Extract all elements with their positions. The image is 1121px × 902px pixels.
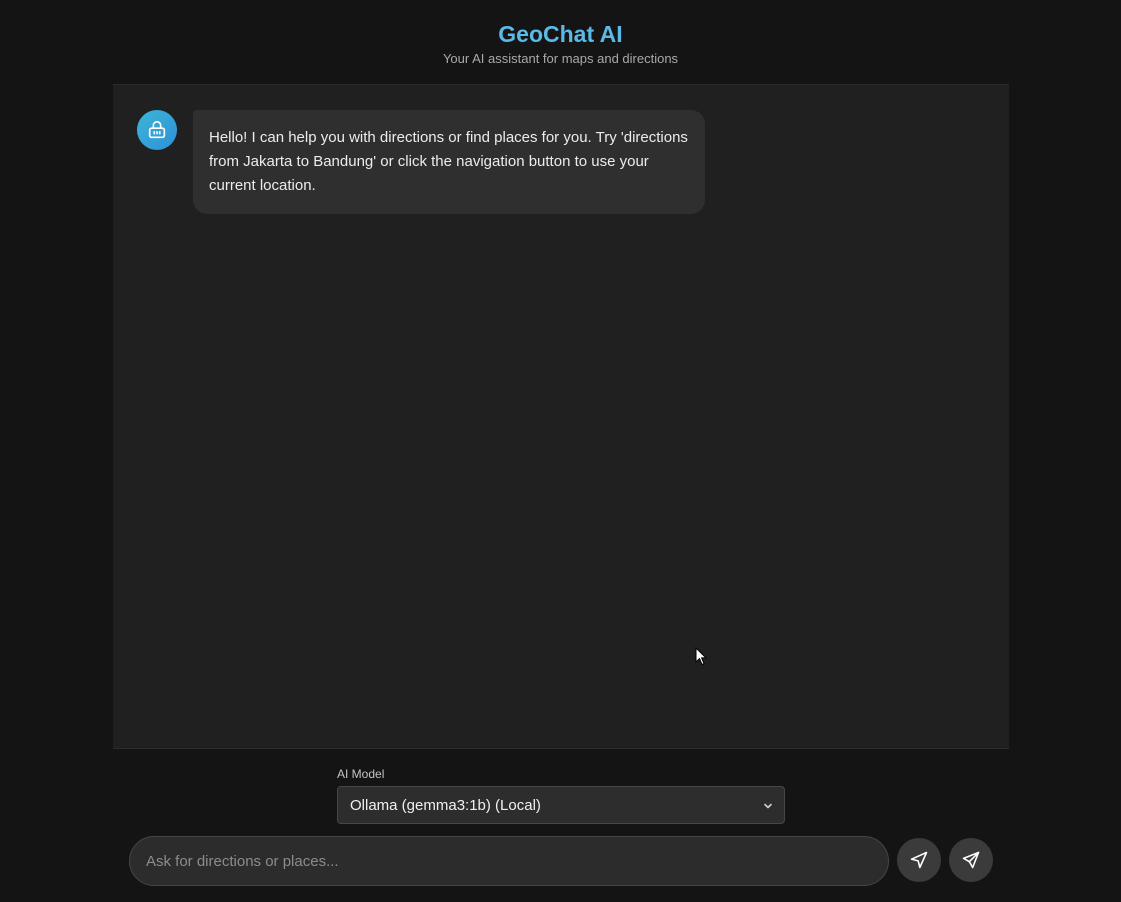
send-button[interactable] [949, 838, 993, 882]
mouse-cursor-icon [695, 647, 707, 666]
model-select[interactable]: Ollama (gemma3:1b) (Local) [337, 786, 785, 824]
chat-messages-panel[interactable]: Hello! I can help you with directions or… [113, 84, 1009, 749]
send-icon [962, 851, 980, 869]
chevron-down-icon [764, 803, 772, 809]
app-title: GeoChat AI [498, 21, 623, 47]
model-selector-label: AI Model [337, 767, 385, 781]
use-location-button[interactable] [897, 838, 941, 882]
message-input[interactable] [129, 836, 889, 886]
navigation-arrow-icon [910, 851, 928, 869]
robot-icon [148, 120, 166, 139]
app-subtitle: Your AI assistant for maps and direction… [442, 51, 679, 66]
header: GeoChat AI Your AI assistant for maps an… [0, 0, 1121, 84]
model-select-value: Ollama (gemma3:1b) (Local) [350, 796, 541, 814]
app-window: GeoChat AI Your AI assistant for maps an… [0, 0, 1121, 902]
assistant-message: Hello! I can help you with directions or… [193, 110, 705, 214]
assistant-avatar [137, 110, 177, 150]
